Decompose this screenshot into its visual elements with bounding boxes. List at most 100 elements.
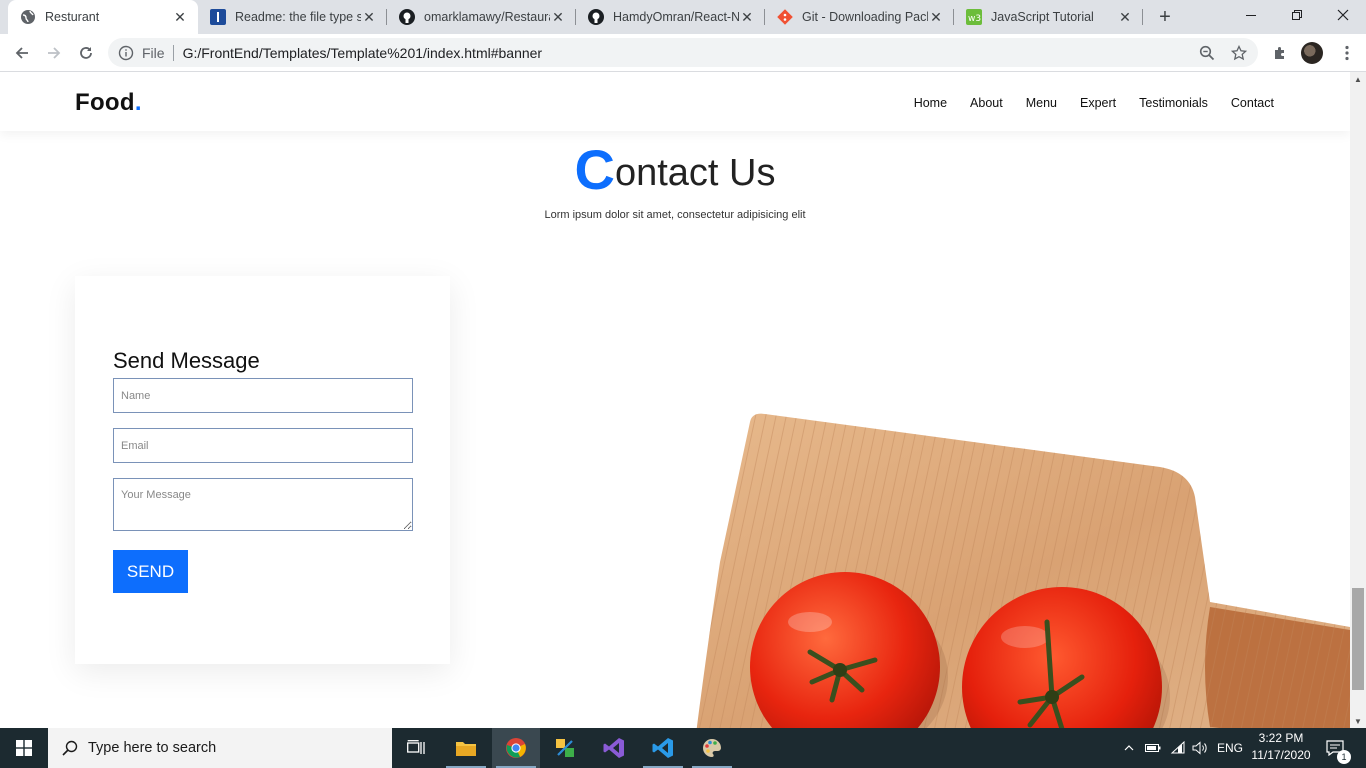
info-icon[interactable] — [118, 45, 134, 61]
logo-text: Food — [75, 89, 135, 116]
task-view-button[interactable] — [392, 728, 440, 768]
name-field[interactable] — [113, 378, 413, 413]
file-explorer-app[interactable] — [442, 728, 490, 768]
close-icon[interactable]: ✕ — [928, 9, 944, 25]
close-window-button[interactable] — [1320, 0, 1366, 30]
tab-title: Readme: the file type si — [235, 10, 361, 24]
profile-avatar[interactable] — [1301, 42, 1323, 64]
tab-separator — [1142, 9, 1143, 25]
visual-studio-icon — [603, 738, 624, 758]
sourcetree-app[interactable] — [541, 728, 589, 768]
nav-contact[interactable]: Contact — [1231, 96, 1274, 110]
web-page: Food. Home About Menu Expert Testimonial… — [0, 72, 1350, 728]
paint-app[interactable] — [688, 728, 736, 768]
section-subtitle: Lorm ipsum dolor sit amet, consectetur a… — [544, 209, 806, 221]
address-divider — [172, 44, 174, 61]
main-nav: Home About Menu Expert Testimonials Cont… — [914, 96, 1274, 110]
github-icon — [588, 9, 604, 25]
contact-form-card: Send Message SEND — [75, 276, 450, 664]
browser-toolbar: File G:/FrontEnd/Templates/Template%201/… — [0, 34, 1366, 72]
language-indicator[interactable]: ENG — [1214, 728, 1246, 768]
browser-tab-hamdyomran[interactable]: HamdyOmran/React-Na ✕ — [576, 0, 765, 34]
search-placeholder: Type here to search — [88, 740, 217, 756]
windows-taskbar: Type here to search ENG 3:22 PM 11/17/20… — [0, 728, 1366, 768]
svg-text:w3: w3 — [968, 14, 981, 24]
arrow-left-icon — [15, 47, 28, 59]
logo-dot: . — [134, 89, 142, 116]
nav-testimonials[interactable]: Testimonials — [1139, 96, 1208, 110]
page-scrollbar[interactable]: ▲ ▼ — [1350, 72, 1366, 728]
nav-home[interactable]: Home — [914, 96, 947, 110]
browser-tab-strip: Resturant ✕ Readme: the file type si ✕ o… — [0, 0, 1366, 34]
globe-icon — [20, 9, 36, 25]
browser-tab-resturant[interactable]: Resturant ✕ — [8, 0, 198, 34]
tab-title: JavaScript Tutorial — [991, 10, 1094, 24]
bookmark-star-icon[interactable] — [1226, 40, 1252, 66]
git-icon — [777, 9, 793, 25]
vscode-app[interactable] — [639, 728, 687, 768]
section-title: Contact Us — [0, 142, 1350, 198]
windows-logo-icon — [16, 740, 32, 756]
tab-title: HamdyOmran/React-Na — [613, 10, 739, 24]
notifications-button[interactable]: 1 — [1322, 728, 1351, 768]
zoom-icon[interactable] — [1194, 40, 1220, 66]
readme-icon — [210, 9, 226, 25]
chrome-app[interactable] — [492, 728, 540, 768]
scroll-down-icon[interactable]: ▼ — [1350, 714, 1366, 728]
close-icon[interactable]: ✕ — [1117, 9, 1133, 25]
clock-date: 11/17/2020 — [1251, 748, 1311, 762]
browser-tab-git[interactable]: Git - Downloading Pack ✕ — [765, 0, 954, 34]
system-clock[interactable]: 3:22 PM 11/17/2020 — [1248, 730, 1314, 764]
nav-about[interactable]: About — [970, 96, 1003, 110]
menu-button[interactable] — [1333, 39, 1361, 67]
site-logo[interactable]: Food. — [75, 89, 142, 117]
tab-title: omarklamawy/Restaura — [424, 10, 550, 24]
send-button[interactable]: SEND — [113, 550, 188, 593]
forward-button[interactable] — [40, 39, 68, 67]
message-field[interactable] — [113, 478, 413, 531]
wifi-icon[interactable] — [1168, 728, 1188, 768]
close-icon[interactable]: ✕ — [739, 9, 755, 25]
tomatoes-on-board-image — [696, 413, 1350, 728]
nav-expert[interactable]: Expert — [1080, 96, 1116, 110]
back-button[interactable] — [8, 39, 36, 67]
scroll-thumb[interactable] — [1352, 588, 1364, 690]
github-icon — [399, 9, 415, 25]
new-tab-button[interactable]: + — [1153, 5, 1177, 29]
clock-time: 3:22 PM — [1258, 731, 1304, 745]
taskbar-search-box[interactable]: Type here to search — [48, 728, 392, 768]
reload-icon — [80, 47, 92, 59]
close-icon[interactable]: ✕ — [361, 9, 377, 25]
chevron-up-icon — [1124, 745, 1134, 751]
browser-tab-readme[interactable]: Readme: the file type si ✕ — [198, 0, 387, 34]
task-view-icon — [407, 740, 425, 754]
site-header: Food. Home About Menu Expert Testimonial… — [0, 72, 1350, 131]
url-text[interactable]: G:/FrontEnd/Templates/Template%201/index… — [183, 45, 1194, 61]
section-title-initial: C — [574, 138, 615, 201]
close-icon[interactable]: ✕ — [550, 9, 566, 25]
git-gui-icon — [556, 739, 574, 757]
address-bar[interactable]: File G:/FrontEnd/Templates/Template%201/… — [108, 38, 1258, 67]
email-field[interactable] — [113, 428, 413, 463]
form-heading: Send Message — [113, 348, 260, 373]
w3schools-icon: w3 — [966, 9, 982, 25]
scheme-label: File — [142, 44, 165, 61]
browser-tab-javascript[interactable]: w3 JavaScript Tutorial ✕ — [954, 0, 1143, 34]
volume-icon[interactable] — [1190, 728, 1210, 768]
extensions-button[interactable] — [1266, 39, 1294, 67]
visual-studio-app[interactable] — [590, 728, 638, 768]
search-icon — [62, 740, 78, 756]
scroll-up-icon[interactable]: ▲ — [1350, 72, 1366, 86]
restore-button[interactable] — [1274, 0, 1320, 30]
browser-tab-omarklamawy[interactable]: omarklamawy/Restaura ✕ — [387, 0, 576, 34]
minimize-button[interactable] — [1228, 0, 1274, 30]
reload-button[interactable] — [72, 39, 100, 67]
close-icon[interactable]: ✕ — [172, 9, 188, 25]
tab-title: Resturant — [45, 10, 100, 24]
nav-menu[interactable]: Menu — [1026, 96, 1057, 110]
battery-icon[interactable] — [1143, 728, 1163, 768]
show-hidden-icons-button[interactable] — [1120, 728, 1138, 768]
arrow-right-icon — [48, 47, 61, 59]
folder-icon — [456, 742, 476, 756]
start-button[interactable] — [0, 728, 48, 768]
